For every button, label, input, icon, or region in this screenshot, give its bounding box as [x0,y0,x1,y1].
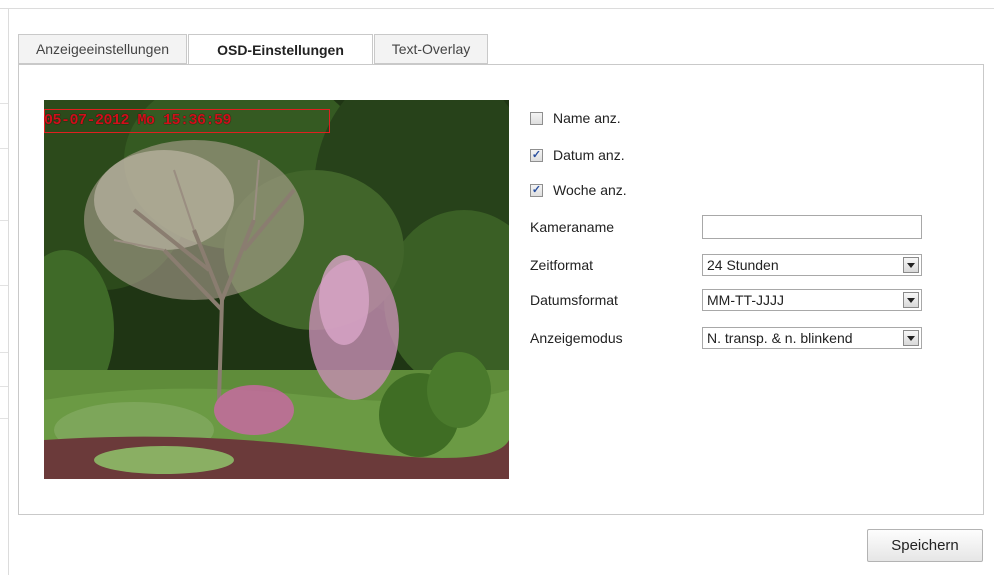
sidebar-tick [0,285,8,286]
garden-scene-image [44,100,509,479]
chevron-down-icon[interactable] [903,330,919,346]
time-format-select[interactable]: 24 Stunden [702,254,922,276]
sidebar-tick [0,418,8,419]
date-format-value: MM-TT-JJJJ [707,292,784,308]
tab-text-overlay[interactable]: Text-Overlay [374,34,488,64]
show-date-checkbox[interactable]: ✓ [530,148,543,162]
show-name-label: Name anz. [553,110,621,126]
save-button[interactable]: Speichern [867,529,983,562]
display-mode-select[interactable]: N. transp. & n. blinkend [702,327,922,349]
checkmark-icon: ✓ [531,183,542,196]
date-format-label: Datumsformat [530,292,618,308]
camera-name-input[interactable] [702,215,922,239]
top-divider [0,8,994,9]
show-week-checkbox[interactable]: ✓ [530,183,543,197]
tab-display-settings[interactable]: Anzeigeeinstellungen [18,34,187,64]
show-week-option[interactable]: ✓ Woche anz. [530,180,627,200]
show-name-checkbox[interactable] [530,111,543,125]
camera-name-label: Kameraname [530,219,615,235]
show-name-option[interactable]: Name anz. [530,108,621,128]
video-preview[interactable]: 05-07-2012 Mo 15:36:59 [44,100,509,479]
date-format-select[interactable]: MM-TT-JJJJ [702,289,922,311]
left-divider [8,8,9,575]
sidebar-tick [0,352,8,353]
show-date-label: Datum anz. [553,147,625,163]
sidebar-tick [0,386,8,387]
sidebar-tick [0,103,8,104]
osd-overlay-text: 05-07-2012 Mo 15:36:59 [44,112,232,129]
show-week-label: Woche anz. [553,182,627,198]
sidebar-tick [0,220,8,221]
chevron-down-icon[interactable] [903,292,919,308]
checkmark-icon: ✓ [531,148,542,161]
time-format-value: 24 Stunden [707,257,779,273]
sidebar-tick [0,148,8,149]
time-format-label: Zeitformat [530,257,594,273]
tab-osd-settings[interactable]: OSD-Einstellungen [188,34,373,66]
show-date-option[interactable]: ✓ Datum anz. [530,145,625,165]
display-mode-label: Anzeigemodus [530,330,623,346]
display-mode-value: N. transp. & n. blinkend [707,330,853,346]
chevron-down-icon[interactable] [903,257,919,273]
